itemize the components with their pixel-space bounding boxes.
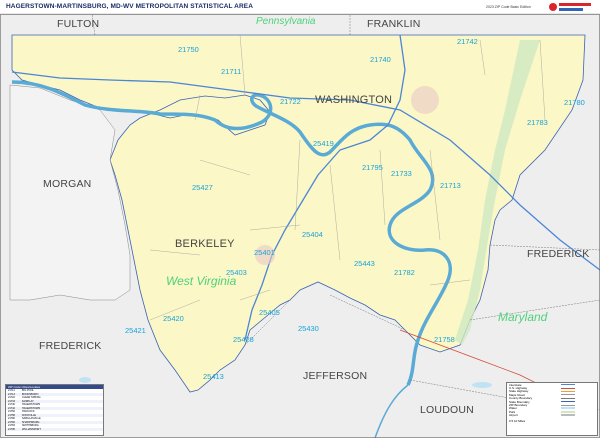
zip-label-21740[interactable]: 21740 [370, 55, 391, 64]
legend-swatch [561, 404, 575, 406]
map-legend: Interstate U.S. Highway State Highway Major… [506, 382, 598, 436]
zip-label-21782[interactable]: 21782 [394, 268, 415, 277]
county-label-fulton: FULTON [57, 18, 100, 30]
zip-label-25404[interactable]: 25404 [302, 230, 323, 239]
edition-label: 2023 ZIP Code Basic Edition [486, 5, 531, 9]
zip-label-21795[interactable]: 21795 [362, 163, 383, 172]
county-label-morgan: MORGAN [43, 178, 92, 190]
map-title: HAGERSTOWN-MARTINSBURG, MD-WV METROPOLIT… [6, 3, 253, 10]
legend-swatch [561, 390, 575, 392]
zip-label-21758[interactable]: 21758 [434, 335, 455, 344]
zip-label-21750[interactable]: 21750 [178, 45, 199, 54]
legend-row: Airport [507, 413, 597, 418]
legend-swatch [561, 384, 575, 386]
lake-a [79, 377, 91, 383]
zip-label-21711[interactable]: 21711 [221, 67, 241, 76]
zip-label-21713[interactable]: 21713 [440, 181, 461, 190]
zip-label-25401[interactable]: 25401 [254, 248, 275, 257]
legend-swatch [561, 397, 575, 399]
zip-label-21780[interactable]: 21780 [564, 98, 585, 107]
zip-label-25413[interactable]: 25413 [203, 372, 224, 381]
zip-city-inset: ZIP Code Cities/Locales 21711 BIG POOL 217… [5, 384, 104, 436]
state-label-pennsylvania: Pennsylvania [256, 16, 316, 27]
legend-rows: Interstate U.S. Highway State Highway Major… [507, 383, 597, 417]
zip-label-25420[interactable]: 25420 [163, 314, 184, 323]
legend-swatch [561, 407, 575, 410]
map-frame[interactable]: HAGERSTOWN-MARTINSBURG, MD-WV METROPOLIT… [0, 0, 600, 438]
hagerstown-urban [411, 86, 439, 114]
zip-label-21783[interactable]: 21783 [527, 118, 548, 127]
state-label-maryland: Maryland [498, 310, 548, 324]
inset-city: WILLIAMSPORT [22, 427, 41, 431]
inset-rows: 21711 BIG POOL 21713 BOONSBORO 21722 CLEAR SP… [6, 389, 103, 431]
zip-label-25403[interactable]: 25403 [226, 268, 247, 277]
legend-swatch [561, 387, 575, 389]
zip-label-21742[interactable]: 21742 [457, 37, 478, 46]
zip-label-21722[interactable]: 21722 [280, 97, 301, 106]
county-label-frederick-va: FREDERICK [39, 340, 102, 352]
zip-label-25430[interactable]: 25430 [298, 324, 319, 333]
zip-label-25421[interactable]: 25421 [125, 326, 146, 335]
map-canvas[interactable] [0, 0, 600, 438]
zip-label-25427[interactable]: 25427 [192, 183, 213, 192]
legend-swatch [561, 394, 575, 396]
county-label-washington: WASHINGTON [315, 94, 393, 106]
zip-label-25428[interactable]: 25428 [233, 335, 254, 344]
county-label-berkeley: BERKELEY [175, 238, 235, 250]
inset-zip: 21795 [8, 427, 15, 431]
legend-swatch [561, 414, 575, 417]
county-label-jefferson: JEFFERSON [303, 370, 368, 382]
legend-swatch [561, 401, 575, 403]
legend-label: Airport [509, 413, 518, 418]
county-label-frederick-md: FREDERICK [527, 248, 590, 260]
county-label-franklin: FRANKLIN [367, 18, 421, 30]
inset-row: 21795 WILLIAMSPORT [6, 427, 103, 431]
market-maps-logo [549, 3, 591, 11]
zip-label-21733[interactable]: 21733 [391, 169, 412, 178]
lake-b [472, 382, 492, 388]
zip-label-25443[interactable]: 25443 [354, 259, 375, 268]
zip-label-25405[interactable]: 25405 [259, 308, 280, 317]
zip-label-25419[interactable]: 25419 [313, 139, 334, 148]
legend-scale: 0 5 10 Miles [509, 418, 526, 423]
legend-swatch [561, 410, 575, 413]
county-label-loudoun: LOUDOUN [420, 404, 474, 416]
